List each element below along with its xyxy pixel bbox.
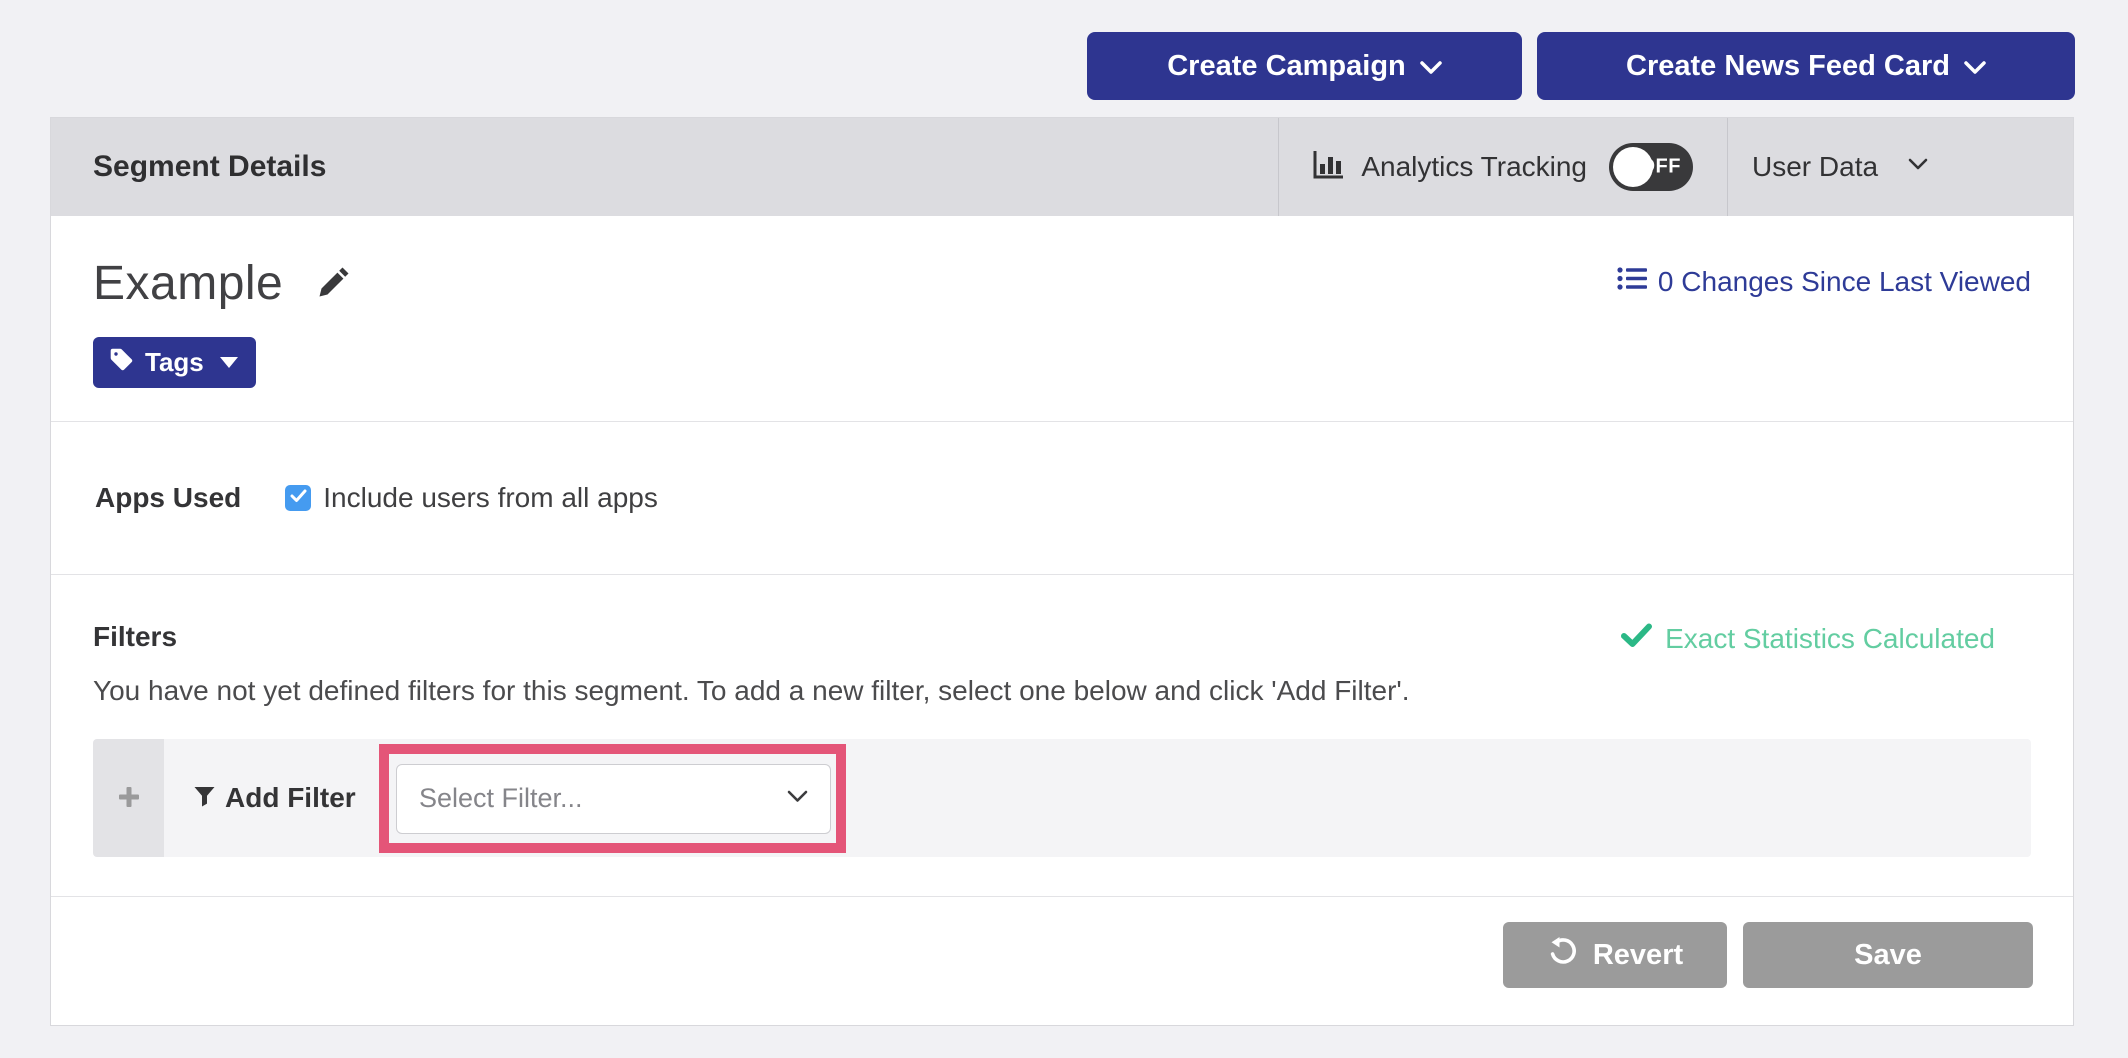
create-news-feed-card-button[interactable]: Create News Feed Card	[1537, 32, 2075, 100]
revert-button[interactable]: Revert	[1503, 922, 1727, 988]
funnel-icon	[193, 785, 216, 811]
caret-down-icon	[220, 357, 238, 368]
highlight-annotation: Select Filter...	[379, 744, 846, 853]
filter-select-placeholder: Select Filter...	[419, 783, 583, 814]
segment-name-row: Example	[93, 256, 353, 311]
card-footer: Revert Save	[51, 896, 2073, 1025]
add-filter-button[interactable]: Add Filter	[193, 739, 356, 857]
analytics-tracking-section: Analytics Tracking OFF	[1278, 118, 1727, 216]
bar-chart-icon	[1311, 149, 1345, 186]
analytics-tracking-label: Analytics Tracking	[1361, 151, 1587, 183]
add-filter-row-body: Add Filter Select Filter...	[164, 739, 2031, 857]
revert-label: Revert	[1593, 939, 1683, 972]
chevron-down-icon	[787, 790, 808, 808]
chevron-down-icon	[1420, 50, 1442, 83]
user-data-dropdown[interactable]: User Data	[1727, 118, 2073, 216]
filters-empty-message: You have not yet defined filters for thi…	[93, 675, 1410, 707]
tags-button-label: Tags	[145, 347, 204, 378]
create-news-feed-card-label: Create News Feed Card	[1626, 50, 1950, 83]
user-data-label: User Data	[1752, 151, 1878, 183]
include-all-apps-checkbox[interactable]	[285, 485, 311, 511]
card-header: Segment Details Analytics Tracking OFF	[51, 118, 2073, 216]
apps-used-section: Apps Used Include users from all apps	[51, 421, 2073, 574]
plus-icon	[117, 785, 141, 812]
check-icon	[290, 489, 307, 508]
create-campaign-button[interactable]: Create Campaign	[1087, 32, 1522, 100]
tag-icon	[109, 347, 133, 378]
save-label: Save	[1854, 939, 1922, 972]
segment-details-card: Segment Details Analytics Tracking OFF	[50, 117, 2074, 1026]
segment-title-section: Example	[51, 216, 2073, 421]
chevron-down-icon	[1908, 158, 1928, 176]
list-icon	[1617, 266, 1647, 298]
create-campaign-label: Create Campaign	[1167, 50, 1406, 83]
add-filter-plus-button[interactable]	[93, 739, 164, 857]
page-title: Segment Details	[93, 150, 326, 184]
edit-name-button[interactable]	[315, 263, 353, 304]
changes-link-label: 0 Changes Since Last Viewed	[1658, 266, 2031, 298]
tags-button[interactable]: Tags	[93, 337, 256, 388]
add-filter-row: Add Filter Select Filter...	[93, 739, 2031, 857]
pencil-icon	[315, 263, 353, 304]
header-right-group: Analytics Tracking OFF User Data	[1278, 118, 2073, 216]
filters-section: Filters Exact Statistics Calculated You …	[51, 574, 2073, 896]
include-all-apps-label: Include users from all apps	[323, 482, 658, 514]
changes-since-last-viewed-link[interactable]: 0 Changes Since Last Viewed	[1617, 266, 2031, 298]
filter-select[interactable]: Select Filter...	[396, 764, 831, 834]
toggle-state-label: OFF	[1640, 156, 1682, 179]
apps-used-label: Apps Used	[95, 482, 241, 514]
filters-heading: Filters	[93, 621, 177, 653]
analytics-tracking-toggle[interactable]: OFF	[1609, 143, 1693, 191]
add-filter-label: Add Filter	[225, 782, 356, 814]
checkmark-icon	[1621, 623, 1652, 655]
exact-statistics-status: Exact Statistics Calculated	[1621, 623, 1995, 655]
exact-statistics-label: Exact Statistics Calculated	[1665, 623, 1995, 655]
segment-name: Example	[93, 256, 283, 311]
save-button[interactable]: Save	[1743, 922, 2033, 988]
revert-icon	[1547, 936, 1577, 974]
chevron-down-icon	[1964, 50, 1986, 83]
